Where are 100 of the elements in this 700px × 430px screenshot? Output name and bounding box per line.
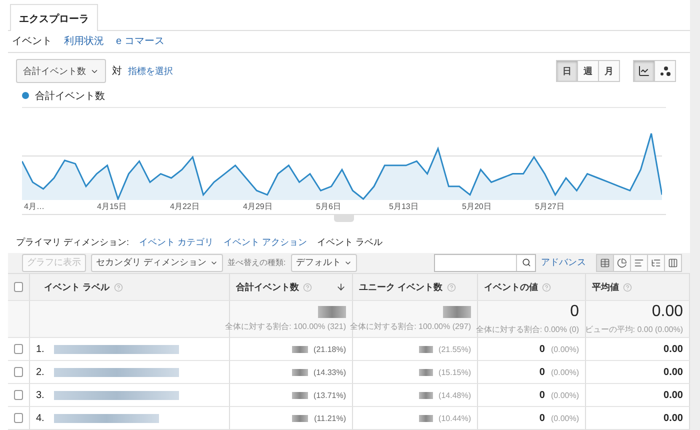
axis-label: 5月20日 xyxy=(462,201,492,212)
percent-text: (21.18%) xyxy=(314,344,346,354)
percent-text: (21.55%) xyxy=(438,344,471,354)
view-button[interactable] xyxy=(664,254,682,272)
sort-label: 並べ替えの種類: xyxy=(228,257,286,268)
row-checkbox[interactable] xyxy=(14,344,23,354)
table-view-icon xyxy=(600,258,610,268)
search-field[interactable] xyxy=(434,254,536,272)
line-chart-icon xyxy=(638,65,650,78)
search-icon xyxy=(522,258,530,268)
row-number: 3. xyxy=(36,390,44,401)
dimension-link[interactable]: イベント アクション xyxy=(224,236,308,249)
header-cell[interactable]: 合計イベント数 xyxy=(230,274,353,302)
pivot-icon xyxy=(668,258,678,268)
subnav-link[interactable]: イベント xyxy=(12,34,52,48)
header-cell[interactable]: イベント ラベル xyxy=(30,274,230,302)
row-checkbox[interactable] xyxy=(14,390,23,400)
row-number: 2. xyxy=(36,366,44,378)
redacted-block xyxy=(292,392,308,399)
advanced-link[interactable]: アドバンス xyxy=(541,256,586,270)
redacted-block xyxy=(418,346,433,353)
percent-text: (11.21%) xyxy=(314,414,346,423)
select-metric-link[interactable]: 指標を選択 xyxy=(128,64,173,78)
help-icon[interactable] xyxy=(446,282,456,292)
percent-text: (0.00%) xyxy=(550,344,579,354)
bubble-chart-icon xyxy=(660,66,670,77)
view-button[interactable] xyxy=(630,254,648,272)
redacted-block xyxy=(418,414,433,422)
axis-label: 4月22日 xyxy=(170,201,200,212)
help-icon[interactable] xyxy=(114,282,123,292)
pie-chart-icon xyxy=(617,258,627,268)
header-cell[interactable]: 平均値 xyxy=(586,274,690,302)
cell-value: 0.00 xyxy=(664,344,683,355)
column-title: 合計イベント数 xyxy=(236,280,299,294)
metric-dropdown[interactable]: 合計イベント数 xyxy=(16,59,106,84)
chart-type-button[interactable] xyxy=(654,60,676,82)
header-cell[interactable]: ユニーク イベント数 xyxy=(353,274,478,302)
primary-dimension-label: プライマリ ディメンション: xyxy=(16,236,130,249)
period-button[interactable]: 月 xyxy=(598,60,620,82)
total-value: 0.00 xyxy=(652,303,683,322)
percent-text: (13.71%) xyxy=(314,390,346,400)
axis-label: 5月13日 xyxy=(389,201,420,212)
total-note: 全体に対する割合: 100.00% (297) xyxy=(350,321,471,332)
bar-list-icon xyxy=(634,258,644,268)
subnav-link[interactable]: e コマース xyxy=(116,34,164,48)
percent-text: (0.00%) xyxy=(550,368,579,377)
column-title: ユニーク イベント数 xyxy=(359,280,443,294)
total-note: ビューの平均: 0.00 (0.00%) xyxy=(584,324,683,336)
axis-label: 4月15日 xyxy=(97,201,128,212)
redacted-block xyxy=(318,306,346,318)
tab[interactable]: エクスプローラ xyxy=(10,4,98,31)
percent-text: (14.33%) xyxy=(314,368,346,377)
axis-label: 4月… xyxy=(24,201,46,212)
legend-label: 合計イベント数 xyxy=(35,90,105,103)
help-icon[interactable] xyxy=(623,282,632,292)
redacted-block xyxy=(418,368,433,376)
percent-text: (14.48%) xyxy=(438,390,471,400)
view-button[interactable] xyxy=(613,254,631,272)
column-title: 平均値 xyxy=(592,280,619,294)
row-checkbox[interactable] xyxy=(14,413,23,424)
header-cell[interactable]: イベントの値 xyxy=(478,274,586,302)
cell-value: 0 xyxy=(539,412,545,424)
comparison-icon xyxy=(651,258,661,268)
cell-value: 0 xyxy=(539,390,545,401)
percent-text: (10.44%) xyxy=(438,414,471,423)
cell-value: 0.00 xyxy=(664,390,683,401)
subnav-link[interactable]: 利用状況 xyxy=(64,34,104,48)
view-button[interactable] xyxy=(596,254,614,272)
view-button[interactable] xyxy=(647,254,665,272)
row-number: 4. xyxy=(36,412,44,424)
column-title: イベントの値 xyxy=(484,280,538,294)
sort-dropdown[interactable]: デフォルト xyxy=(290,254,357,272)
axis-label: 5月6日 xyxy=(316,201,342,212)
redacted-block xyxy=(418,392,433,399)
help-icon[interactable] xyxy=(542,282,551,292)
help-icon[interactable] xyxy=(303,282,312,292)
percent-text: (15.15%) xyxy=(438,368,471,377)
dimension-link[interactable]: イベント ラベル xyxy=(317,236,383,249)
redacted-block xyxy=(292,346,308,353)
period-button[interactable]: 週 xyxy=(577,60,599,82)
redacted-block xyxy=(292,368,308,376)
cell-value: 0.00 xyxy=(664,366,683,378)
total-value: 0 xyxy=(570,303,579,322)
row-checkbox[interactable] xyxy=(14,367,23,378)
total-note: 全体に対する割合: 100.00% (321) xyxy=(225,321,346,332)
redacted-block xyxy=(292,414,308,422)
secondary-dimension-dropdown[interactable]: セカンダリ ディメンション xyxy=(91,254,223,272)
chart-type-button[interactable] xyxy=(633,60,655,82)
percent-text: (0.00%) xyxy=(550,414,579,423)
column-title: イベント ラベル xyxy=(44,280,110,294)
cell-value: 0 xyxy=(539,344,545,355)
axis-label: 4月29日 xyxy=(243,201,274,212)
dimension-link[interactable]: イベント カテゴリ xyxy=(139,236,214,249)
axis-label: 5月27日 xyxy=(535,201,566,212)
row-number: 1. xyxy=(36,344,44,355)
period-button[interactable]: 日 xyxy=(556,60,578,82)
cell-value: 0 xyxy=(539,366,545,378)
redacted-block xyxy=(443,306,471,318)
select-all-checkbox[interactable] xyxy=(14,282,23,292)
cell-value: 0.00 xyxy=(664,412,683,424)
